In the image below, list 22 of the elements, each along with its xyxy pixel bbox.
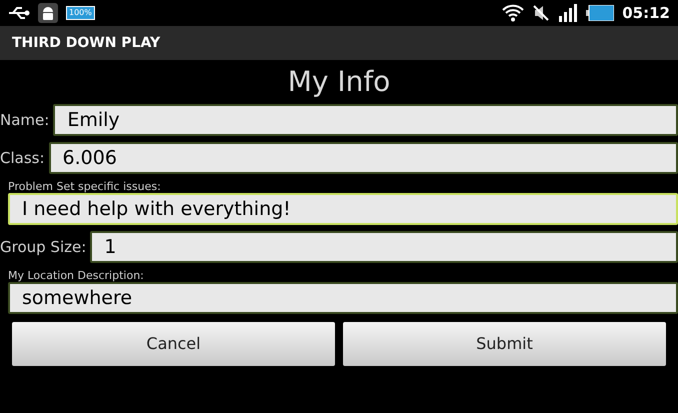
field-label: Name: (0, 110, 50, 131)
battery-notice: 100% (66, 6, 95, 20)
usb-icon (8, 6, 30, 20)
form-button[interactable]: Submit (343, 322, 666, 366)
field-label: My Location Description: (7, 269, 145, 282)
signal-icon (558, 4, 578, 22)
form-button[interactable]: Cancel (12, 322, 335, 366)
text-field[interactable]: Emily (53, 104, 678, 136)
page-heading: My Info (288, 64, 390, 100)
field-label: Class: (0, 148, 45, 169)
clock: 05:12 (622, 2, 670, 24)
text-field[interactable]: I need help with everything! (8, 193, 678, 225)
app-title: THIRD DOWN PLAY (12, 34, 160, 52)
battery-icon (586, 5, 614, 21)
field-label: Problem Set specific issues: (7, 180, 162, 193)
text-field[interactable]: 6.006 (48, 142, 678, 174)
text-field[interactable]: somewhere (8, 282, 678, 314)
text-field[interactable]: 1 (90, 231, 678, 263)
wifi-icon (502, 4, 524, 22)
mute-icon (532, 4, 550, 22)
field-label: Group Size: (0, 236, 86, 258)
robot-icon (38, 3, 58, 23)
